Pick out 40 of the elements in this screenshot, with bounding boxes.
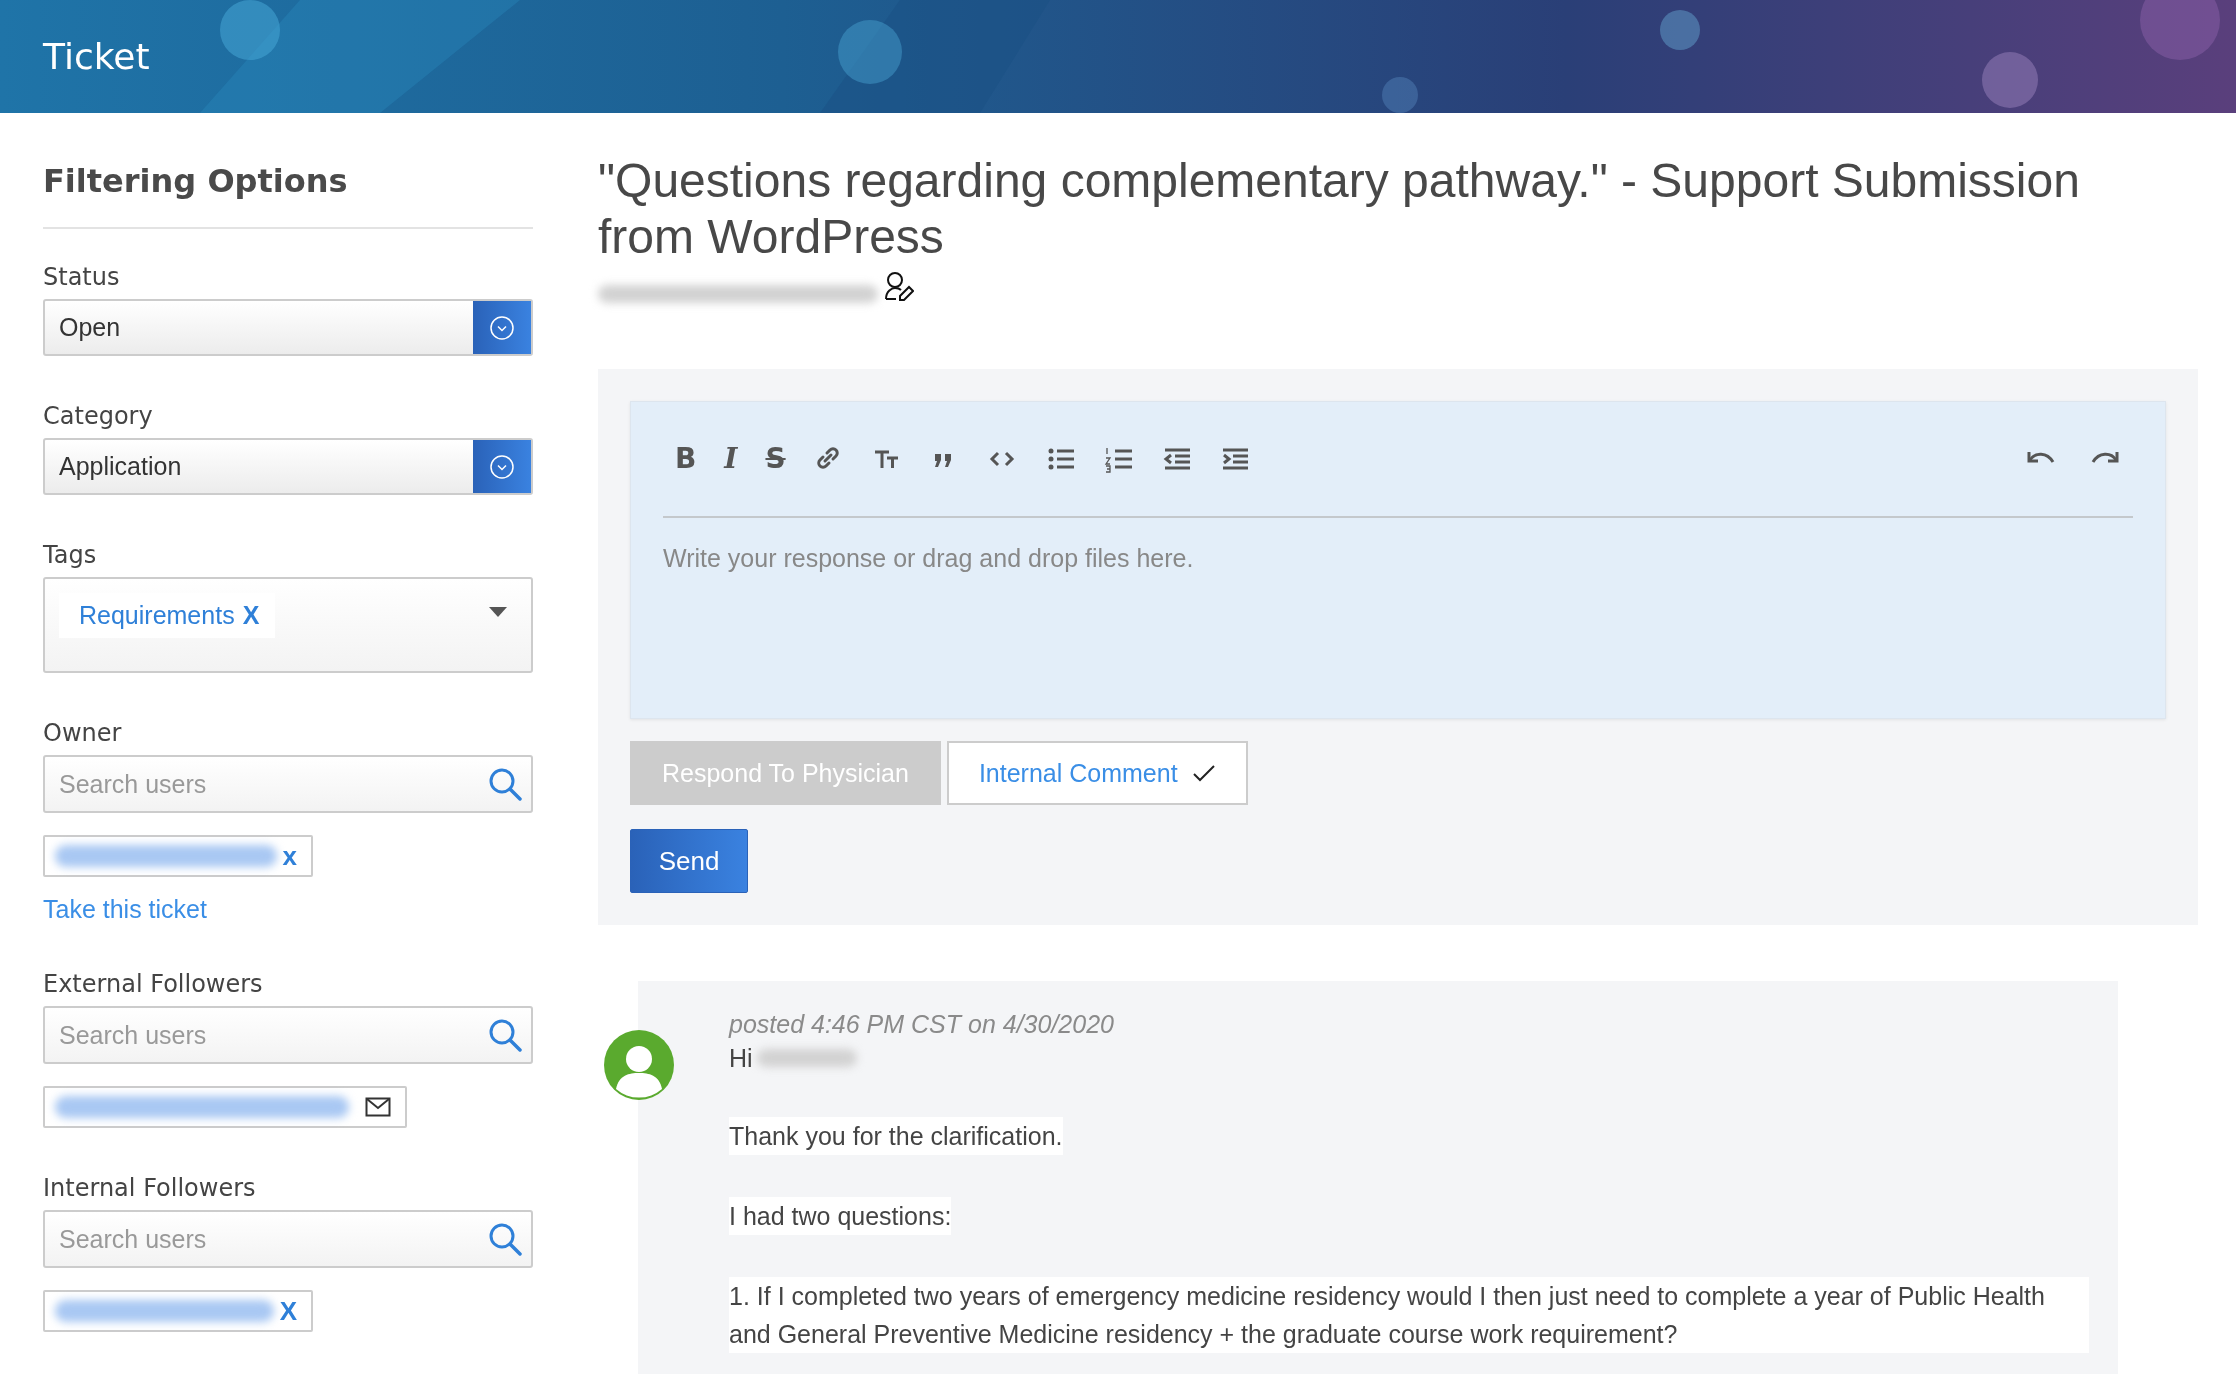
tag-label: Requirements	[79, 601, 235, 630]
search-icon	[487, 766, 523, 802]
edit-user-icon[interactable]	[884, 271, 914, 303]
bold-button[interactable]: B	[675, 444, 697, 474]
field-label: Owner	[43, 719, 123, 747]
field-label: Category	[43, 402, 154, 430]
dropdown[interactable]: Application	[43, 438, 533, 495]
remove-user-button[interactable]: X	[279, 1295, 297, 1327]
search-field[interactable]: Search users	[43, 755, 533, 813]
field-label: External Followers	[43, 970, 264, 998]
chevron-icon	[489, 314, 515, 341]
search-icon	[487, 1017, 523, 1053]
post-time: posted 4:46 PM CST on 4/30/2020	[729, 1009, 1115, 1040]
message-text: 1. If I completed two years of emergency medicine residency would I then just need to complete a year of Public Health and General Preventive Medicine residency + the graduate course work requirement?	[729, 1277, 2089, 1353]
take-ticket-link[interactable]: Take this ticket	[43, 895, 533, 924]
dropdown[interactable]: Open	[43, 299, 533, 356]
tags-field[interactable]: Requirements X	[43, 577, 533, 673]
field-label: Status	[43, 263, 121, 291]
field-label: Tags	[43, 541, 98, 569]
remove-user-button[interactable]: x	[282, 840, 297, 872]
message-text: I had two questions:	[729, 1197, 952, 1235]
ticket-title: "Questions regarding complementary pathway." - Support Submission from WordPress	[598, 153, 2081, 265]
editor-field[interactable]: B I S Write your response or drag and drop files here.	[630, 401, 2166, 719]
strike-button[interactable]: S	[765, 444, 786, 474]
mode-toggle[interactable]: Internal Comment	[946, 741, 1248, 805]
send-button[interactable]: Send	[630, 829, 748, 893]
dropdown-caret-icon	[489, 607, 507, 617]
field-label: Internal Followers	[43, 1174, 257, 1202]
greeting-text: Hi	[729, 1043, 753, 1074]
search-field[interactable]: Search users	[43, 1006, 533, 1064]
checkmark-icon	[1191, 763, 1216, 783]
sidebar-heading: Filtering Options	[43, 161, 349, 202]
message-text: Thank you for the clarification.	[729, 1117, 1063, 1155]
chevron-icon	[489, 453, 515, 480]
search-icon	[487, 1221, 523, 1257]
remove-tag-button[interactable]: X	[242, 601, 260, 630]
envelope-icon[interactable]	[365, 1097, 391, 1117]
italic-button[interactable]: I	[724, 444, 738, 474]
search-field[interactable]: Search users	[43, 1210, 533, 1268]
page-title: Ticket	[43, 36, 150, 77]
